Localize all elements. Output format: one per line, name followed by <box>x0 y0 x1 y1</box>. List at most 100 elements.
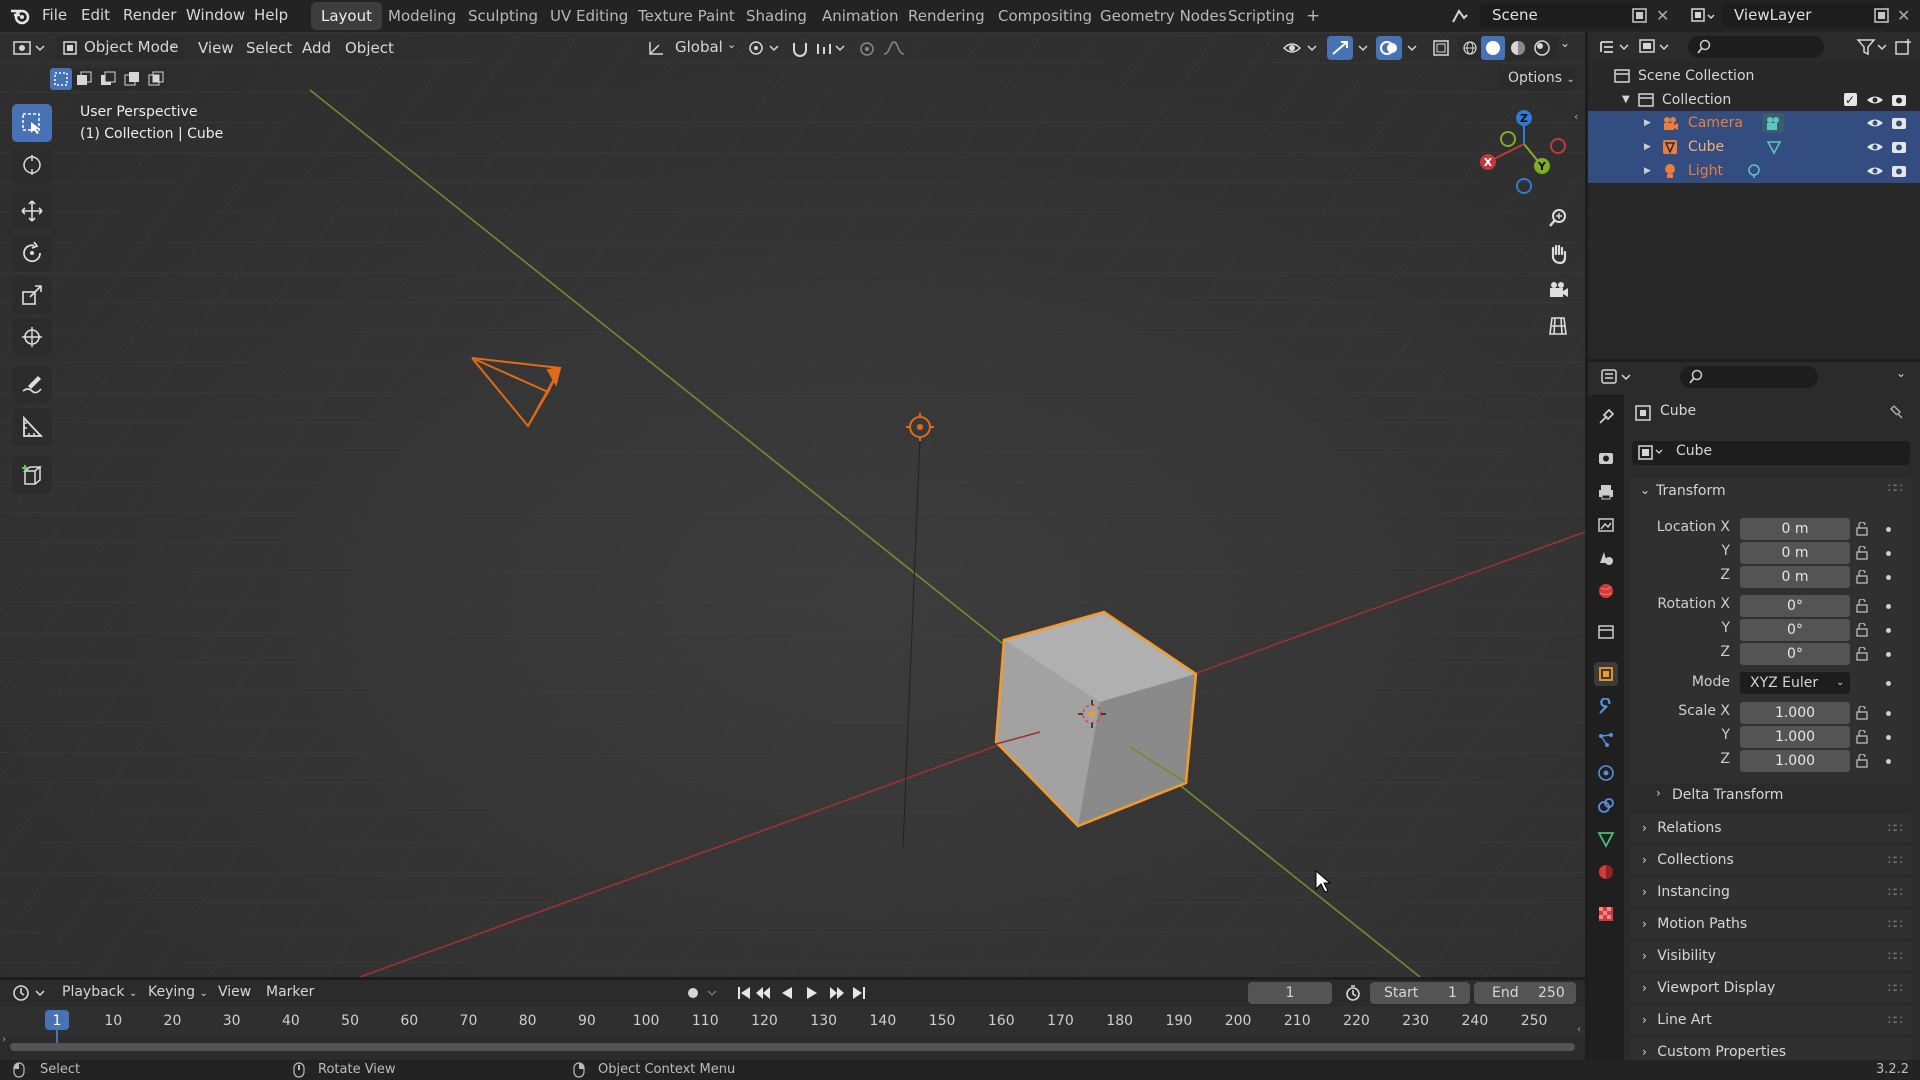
expand-right-icon[interactable]: ▶ <box>1644 135 1651 159</box>
tool-rotate[interactable] <box>12 234 52 272</box>
keyframe-dot-icon[interactable] <box>1886 604 1891 609</box>
select-subtract-icon[interactable] <box>100 71 116 87</box>
proportional-editing-icon[interactable] <box>858 40 880 58</box>
timeline-scrollbar[interactable] <box>10 1043 1575 1051</box>
menu-window[interactable]: Window <box>186 6 245 24</box>
falloff-curve-icon[interactable] <box>882 40 912 58</box>
display-mode-icon[interactable] <box>1638 38 1672 56</box>
sidebar-toggle-icon[interactable]: ‹ <box>1574 110 1578 123</box>
tab-particles[interactable] <box>1594 728 1618 752</box>
playback-menu[interactable]: Playback ⌄ <box>62 984 137 1000</box>
panel-collections[interactable]: › Collections ∷∷ <box>1630 846 1912 874</box>
tab-scene[interactable] <box>1594 546 1618 570</box>
panel-viewport-display[interactable]: › Viewport Display ∷∷ <box>1630 974 1912 1002</box>
snap-increment-icon[interactable] <box>816 40 848 58</box>
select-extend-icon[interactable] <box>76 71 92 87</box>
workspace-tab-scripting[interactable]: Scripting <box>1218 2 1305 30</box>
tab-object-data[interactable] <box>1594 827 1618 851</box>
delta-transform-subpanel[interactable]: Delta Transform <box>1672 787 1783 803</box>
delete-scene-icon[interactable]: ✕ <box>1656 6 1669 25</box>
scroll-right-icon[interactable]: ‹ <box>1577 1024 1581 1035</box>
render-camera-icon[interactable] <box>1890 163 1908 179</box>
shading-options-chevron-icon[interactable]: ⌄ <box>1560 36 1570 50</box>
panel-instancing[interactable]: › Instancing ∷∷ <box>1630 878 1912 906</box>
menu-add[interactable]: Add <box>302 36 331 60</box>
eye-icon[interactable] <box>1866 115 1884 131</box>
object-mode-dropdown[interactable]: Object Mode ⌄ <box>56 36 184 60</box>
panel-relations[interactable]: › Relations ∷∷ <box>1630 814 1912 842</box>
tab-tool[interactable] <box>1594 405 1618 429</box>
wireframe-shading-icon[interactable] <box>1462 40 1478 56</box>
outliner-scene-collection[interactable]: Scene Collection <box>1588 64 1920 88</box>
keyframe-dot-icon[interactable] <box>1886 575 1891 580</box>
lock-icon[interactable] <box>1856 706 1872 720</box>
pivot-point-icon[interactable] <box>748 40 782 58</box>
properties-search-input[interactable] <box>1680 366 1818 388</box>
tab-world[interactable] <box>1594 579 1618 603</box>
menu-select[interactable]: Select <box>246 36 292 60</box>
editor-type-icon[interactable] <box>12 39 48 57</box>
drag-handle-icon[interactable]: ∷∷ <box>1888 481 1902 495</box>
tab-material[interactable] <box>1594 860 1618 884</box>
menu-render[interactable]: Render <box>123 6 176 24</box>
tool-transform[interactable] <box>12 318 52 356</box>
lock-icon[interactable] <box>1856 599 1872 613</box>
playback-controls[interactable] <box>736 984 876 1002</box>
eye-icon[interactable] <box>1866 163 1884 179</box>
tab-collection[interactable] <box>1594 620 1618 644</box>
menu-object[interactable]: Object <box>345 36 394 60</box>
rotation-z-field[interactable]: 0° <box>1740 643 1850 665</box>
workspace-tab-geometry-nodes[interactable]: Geometry Nodes <box>1090 2 1237 30</box>
expand-right-icon[interactable]: › <box>1656 786 1661 800</box>
blender-logo-icon[interactable] <box>10 7 30 25</box>
new-view-layer-icon[interactable] <box>1872 6 1892 26</box>
workspace-tab-shading[interactable]: Shading <box>736 2 817 30</box>
gizmo-toggle-icon[interactable] <box>1327 36 1373 60</box>
location-z-field[interactable]: 0 m <box>1740 566 1850 588</box>
expand-right-icon[interactable]: ▶ <box>1644 159 1651 183</box>
collection-checkbox[interactable]: ✓ <box>1844 93 1857 107</box>
menu-edit[interactable]: Edit <box>81 6 110 24</box>
tool-add-cube[interactable] <box>12 456 52 494</box>
keyframe-dot-icon[interactable] <box>1886 735 1891 740</box>
pin-icon[interactable] <box>1888 404 1904 420</box>
tool-scale[interactable] <box>12 276 52 314</box>
keyframe-dot-icon[interactable] <box>1886 551 1891 556</box>
menu-help[interactable]: Help <box>254 6 288 24</box>
workspace-tab-modeling[interactable]: Modeling <box>378 2 466 30</box>
lock-icon[interactable] <box>1856 570 1872 584</box>
camera-data-button[interactable] <box>1762 113 1784 133</box>
lock-icon[interactable] <box>1856 623 1872 637</box>
snap-magnet-icon[interactable] <box>790 40 812 58</box>
outliner-item-cube[interactable]: ▶ Cube <box>1588 135 1920 159</box>
panel-line-art[interactable]: › Line Art ∷∷ <box>1630 1006 1912 1034</box>
timeline-editor-icon[interactable] <box>12 984 48 1002</box>
workspace-tab-texture-paint[interactable]: Texture Paint <box>628 2 745 30</box>
eye-icon[interactable] <box>1866 139 1884 155</box>
panel-custom-properties[interactable]: › Custom Properties <box>1630 1038 1912 1060</box>
outliner-collection[interactable]: ▼ Collection ✓ <box>1588 88 1920 112</box>
tab-modifiers[interactable] <box>1594 695 1618 719</box>
tab-view-layer[interactable] <box>1594 513 1618 537</box>
xray-toggle-icon[interactable] <box>1432 39 1452 57</box>
workspace-tab-compositing[interactable]: Compositing <box>988 2 1102 30</box>
lock-icon[interactable] <box>1856 647 1872 661</box>
scale-x-field[interactable]: 1.000 <box>1740 702 1850 724</box>
chevron-down-icon[interactable]: ⌄ <box>1896 366 1906 380</box>
workspace-tab-sculpting[interactable]: Sculpting <box>458 2 548 30</box>
tab-render[interactable] <box>1594 446 1618 470</box>
navigation-gizmo[interactable]: Z Y X <box>1470 104 1580 204</box>
rotation-y-field[interactable]: 0° <box>1740 619 1850 641</box>
lock-icon[interactable] <box>1856 522 1872 536</box>
menu-file[interactable]: File <box>42 6 67 24</box>
keyframe-dot-icon[interactable] <box>1886 652 1891 657</box>
rotation-x-field[interactable]: 0° <box>1740 595 1850 617</box>
light-data-icon[interactable] <box>1746 163 1762 179</box>
camera-view-button[interactable] <box>1540 273 1576 307</box>
new-collection-icon[interactable] <box>1894 38 1914 56</box>
solid-shading-button[interactable] <box>1481 36 1505 60</box>
scale-y-field[interactable]: 1.000 <box>1740 726 1850 748</box>
tool-measure[interactable] <box>12 408 52 446</box>
rendered-shading-icon[interactable] <box>1534 40 1550 56</box>
tab-constraints[interactable] <box>1594 794 1618 818</box>
